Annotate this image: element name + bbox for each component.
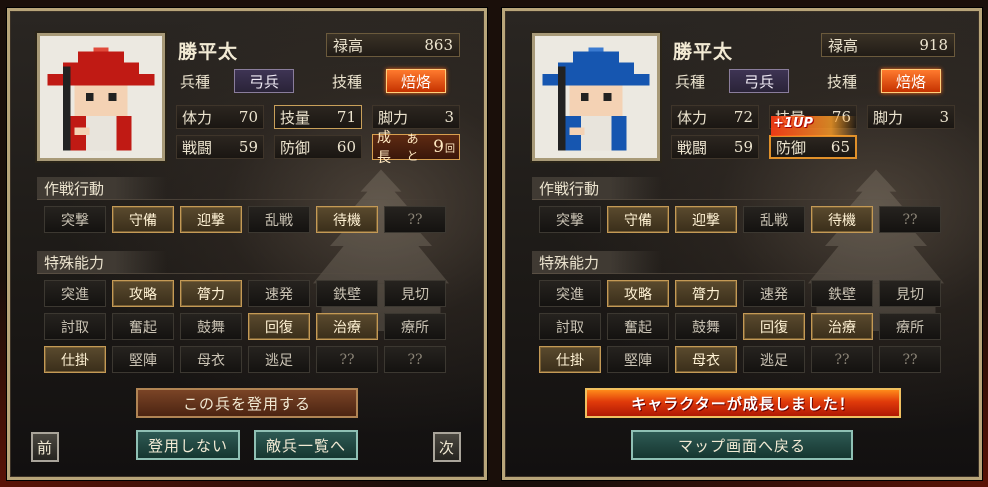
ability-button[interactable]: 速発	[743, 280, 805, 307]
soldier-portrait	[532, 33, 660, 161]
tactic-button[interactable]: 迎撃	[180, 206, 242, 233]
ability-button[interactable]: 鼓舞	[180, 313, 242, 340]
ability-button[interactable]: 治療	[316, 313, 378, 340]
salary-value: 863	[424, 36, 453, 54]
return-to-map-button[interactable]: マップ画面へ戻る	[631, 430, 853, 460]
skill-type-label: 技種	[827, 73, 858, 91]
skill-type-badge: 焙烙	[386, 69, 446, 93]
tactic-button[interactable]: 待機	[811, 206, 873, 233]
prev-button[interactable]: 前	[31, 432, 59, 462]
soldier-name: 勝平太	[673, 41, 734, 63]
tactic-button[interactable]: ??	[384, 206, 446, 233]
skill-type-badge: 焙烙	[881, 69, 941, 93]
stat-speed: 脚力 3	[867, 105, 955, 129]
ability-button[interactable]: ??	[384, 346, 446, 373]
section-divider	[37, 273, 457, 274]
ability-button[interactable]: 討取	[44, 313, 106, 340]
tactic-button[interactable]: 守備	[112, 206, 174, 233]
stat-hp: 体力 72	[671, 105, 759, 129]
tactic-button[interactable]: 突撃	[539, 206, 601, 233]
stat-skill: 技量 71	[274, 105, 362, 129]
ability-button[interactable]: 突進	[44, 280, 106, 307]
stat-defense: 防御 65	[769, 135, 857, 159]
ability-button[interactable]: 回復	[248, 313, 310, 340]
ability-button[interactable]: 膂力	[675, 280, 737, 307]
ability-button[interactable]: 療所	[384, 313, 446, 340]
archer-portrait-icon	[535, 36, 657, 158]
tactics-header: 作戦行動	[37, 177, 167, 199]
growth-banner: キャラクターが成長しました！	[585, 388, 901, 418]
unit-type-badge: 弓兵	[234, 69, 294, 93]
ability-button[interactable]: 逃足	[743, 346, 805, 373]
skill-type-label: 技種	[332, 73, 363, 91]
recruit-panel: 勝平太 禄高 863 兵種 弓兵 技種 焙烙 体力 70 技量 71 脚力 3 戦闘 5…	[7, 8, 487, 480]
tactic-button[interactable]: ??	[879, 206, 941, 233]
tactic-button[interactable]: 守備	[607, 206, 669, 233]
salary-label: 禄高	[828, 36, 859, 55]
levelup-flash: +1UP	[771, 116, 857, 136]
stat-combat: 戦闘 59	[176, 135, 264, 159]
tactic-button[interactable]: 突撃	[44, 206, 106, 233]
stat-combat: 戦闘 59	[671, 135, 759, 159]
tactic-button[interactable]: 乱戦	[743, 206, 805, 233]
abilities-header: 特殊能力	[532, 251, 662, 273]
ability-button[interactable]: 療所	[879, 313, 941, 340]
tactic-button[interactable]: 迎撃	[675, 206, 737, 233]
ability-button[interactable]: 鉄壁	[316, 280, 378, 307]
ability-button[interactable]: 母衣	[180, 346, 242, 373]
ability-button[interactable]: 見切	[384, 280, 446, 307]
stat-speed: 脚力 3	[372, 105, 460, 129]
growth-panel: 勝平太 禄高 918 兵種 弓兵 技種 焙烙 体力72 技量76 脚力3 戦闘5…	[502, 8, 982, 480]
ability-button[interactable]: ??	[879, 346, 941, 373]
ability-button[interactable]: 仕掛	[44, 346, 106, 373]
ability-button[interactable]: 堅陣	[607, 346, 669, 373]
soldier-portrait	[37, 33, 165, 161]
ability-button[interactable]: 治療	[811, 313, 873, 340]
unit-type-label: 兵種	[675, 73, 706, 91]
ability-button[interactable]: 逃足	[248, 346, 310, 373]
soldier-name: 勝平太	[178, 41, 239, 63]
recruit-button[interactable]: この兵を登用する	[136, 388, 358, 418]
decline-button[interactable]: 登用しない	[136, 430, 240, 460]
ability-button[interactable]: 鉄壁	[811, 280, 873, 307]
unit-type-badge: 弓兵	[729, 69, 789, 93]
stat-hp: 体力 70	[176, 105, 264, 129]
ability-button[interactable]: 仕掛	[539, 346, 601, 373]
stat-defense: 防御 60	[274, 135, 362, 159]
next-button[interactable]: 次	[433, 432, 461, 462]
ability-button[interactable]: 奮起	[112, 313, 174, 340]
growth-counter: 成長 あと 9 回	[372, 130, 460, 166]
tactic-button[interactable]: 乱戦	[248, 206, 310, 233]
ability-button[interactable]: ??	[316, 346, 378, 373]
section-divider	[532, 199, 952, 200]
unit-type-label: 兵種	[180, 73, 211, 91]
salary-label: 禄高	[333, 36, 364, 55]
salary-value: 918	[919, 36, 948, 54]
ability-button[interactable]: 討取	[539, 313, 601, 340]
section-divider	[532, 273, 952, 274]
archer-portrait-icon	[40, 36, 162, 158]
ability-button[interactable]: 突進	[539, 280, 601, 307]
enemy-list-button[interactable]: 敵兵一覧へ	[254, 430, 358, 460]
ability-button[interactable]: ??	[811, 346, 873, 373]
ability-button[interactable]: 見切	[879, 280, 941, 307]
ability-button[interactable]: 堅陣	[112, 346, 174, 373]
tactic-button[interactable]: 待機	[316, 206, 378, 233]
ability-button[interactable]: 攻略	[112, 280, 174, 307]
ability-button[interactable]: 速発	[248, 280, 310, 307]
salary-box: 禄高 863	[326, 33, 460, 57]
ability-button[interactable]: 奮起	[607, 313, 669, 340]
salary-box: 禄高 918	[821, 33, 955, 57]
section-divider	[37, 199, 457, 200]
ability-button[interactable]: 鼓舞	[675, 313, 737, 340]
ability-button[interactable]: 母衣	[675, 346, 737, 373]
ability-button[interactable]: 攻略	[607, 280, 669, 307]
ability-button[interactable]: 回復	[743, 313, 805, 340]
tactics-header: 作戦行動	[532, 177, 662, 199]
ability-button[interactable]: 膂力	[180, 280, 242, 307]
abilities-header: 特殊能力	[37, 251, 167, 273]
